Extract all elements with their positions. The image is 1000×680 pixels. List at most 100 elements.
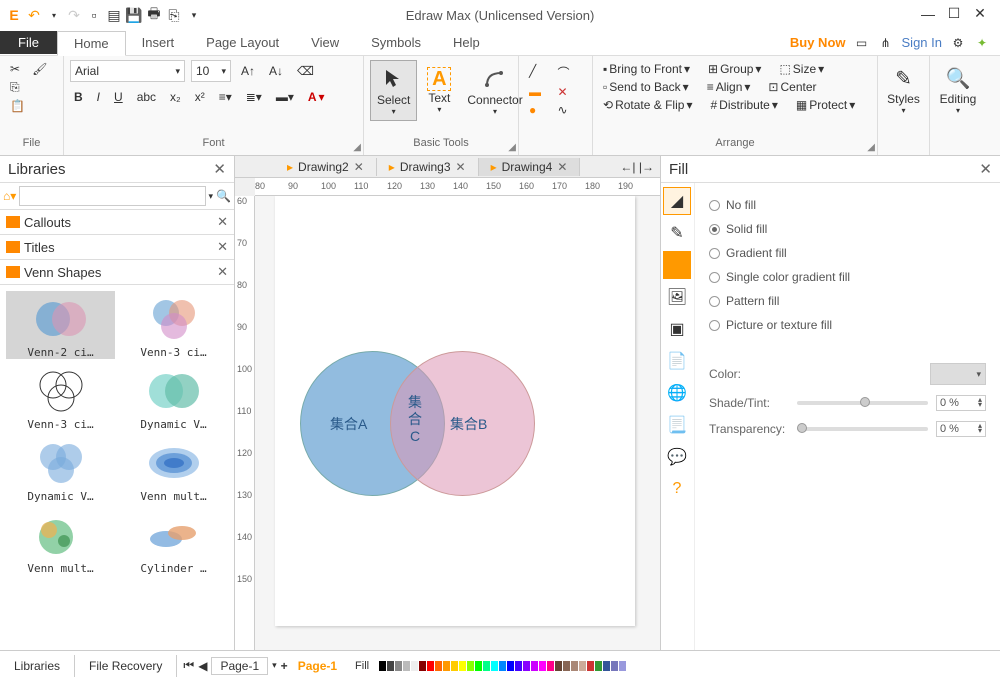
open-icon[interactable]: ▤ <box>105 6 123 24</box>
shape-venn-mult2[interactable]: Venn mult… <box>6 507 115 575</box>
shape-venn3-outline[interactable]: Venn-3 ci… <box>6 363 115 431</box>
tab-insert[interactable]: Insert <box>126 31 191 54</box>
close-icon[interactable]: ✕ <box>972 5 988 22</box>
libraries-close-icon[interactable]: ✕ <box>213 160 226 178</box>
shape-venn3-color[interactable]: Venn-3 ci… <box>119 291 228 359</box>
shape-dynamic-v1[interactable]: Dynamic V… <box>119 363 228 431</box>
copy-icon[interactable]: ⎘ <box>6 78 24 97</box>
solid-color-icon[interactable] <box>663 251 691 279</box>
fill-gradient[interactable]: Gradient fill <box>709 241 986 265</box>
paste-icon[interactable]: 📋 <box>6 97 29 115</box>
bold-button[interactable]: B <box>70 88 87 106</box>
venn-label-c[interactable]: 集 合 C <box>408 394 422 444</box>
page-props-icon[interactable]: 📃 <box>663 411 691 439</box>
venn-label-b[interactable]: 集合B <box>450 414 487 434</box>
bring-front-button[interactable]: ▪ Bring to Front ▾ <box>599 60 694 78</box>
undo-icon[interactable]: ↶ <box>25 6 43 24</box>
undo-dropdown-icon[interactable]: ▾ <box>45 6 63 24</box>
save-icon[interactable]: 💾 <box>125 6 143 24</box>
delete-tool[interactable]: ✕ <box>558 85 583 99</box>
increase-font-icon[interactable]: A↑ <box>237 62 259 80</box>
fill-close-icon[interactable]: ✕ <box>979 160 992 178</box>
fill-solid[interactable]: Solid fill <box>709 217 986 241</box>
shade-value[interactable]: 0 %▴▾ <box>936 395 986 411</box>
select-tool[interactable]: Select▾ <box>370 60 417 121</box>
protect-button[interactable]: ▦ Protect ▾ <box>792 96 859 114</box>
file-menu[interactable]: File <box>0 31 57 54</box>
rect-tool[interactable]: ▬ <box>529 85 554 99</box>
strike-button[interactable]: abc <box>133 88 160 106</box>
color-select[interactable]: ▾ <box>930 363 986 385</box>
gear-icon[interactable]: ⚙ <box>950 35 966 51</box>
fill-picture[interactable]: Picture or texture fill <box>709 313 986 337</box>
rotate-flip-button[interactable]: ⟲ Rotate & Flip ▾ <box>599 96 696 114</box>
doc-tab-3[interactable]: ▸Drawing4✕ <box>479 158 581 176</box>
doc-tab-1[interactable]: ▸Drawing2✕ <box>275 158 377 176</box>
shade-slider[interactable] <box>797 401 928 405</box>
color-palette[interactable] <box>379 659 626 673</box>
fill-bucket-icon[interactable]: ◢ <box>663 187 691 215</box>
text-tool[interactable]: A Text▾ <box>421 63 457 118</box>
arc-tool[interactable]: ⌒ <box>558 64 583 81</box>
fill-pattern[interactable]: Pattern fill <box>709 289 986 313</box>
size-button[interactable]: ⬚ Size ▾ <box>775 60 828 78</box>
tab-page-layout[interactable]: Page Layout <box>190 31 295 54</box>
editing-button[interactable]: 🔍 Editing▾ <box>936 60 980 119</box>
bottom-tab-libraries[interactable]: Libraries <box>0 655 75 677</box>
picture-icon[interactable]: 🖼 <box>663 283 691 311</box>
shape-venn-mult1[interactable]: Venn mult… <box>119 435 228 503</box>
font-color-button[interactable]: A▾ <box>304 88 329 106</box>
tools-dialog-launcher[interactable]: ◢ <box>508 142 516 153</box>
font-name-select[interactable]: Arial▾ <box>70 60 185 82</box>
fill-single-gradient[interactable]: Single color gradient fill <box>709 265 986 289</box>
distribute-button[interactable]: # Distribute ▾ <box>706 96 781 114</box>
send-back-button[interactable]: ▫ Send to Back ▾ <box>599 78 693 96</box>
doc-tab-2[interactable]: ▸Drawing3✕ <box>377 158 479 176</box>
center-button[interactable]: ⊡ Center <box>764 78 820 96</box>
shape-dynamic-v2[interactable]: Dynamic V… <box>6 435 115 503</box>
library-search-input[interactable] <box>19 186 205 206</box>
home-icon[interactable]: ⌂▾ <box>3 189 16 203</box>
new-icon[interactable]: ▫ <box>85 6 103 24</box>
numbering-button[interactable]: ≣▾ <box>242 88 266 106</box>
bullets-button[interactable]: ≡▾ <box>215 88 236 106</box>
superscript-button[interactable]: x² <box>191 88 209 106</box>
globe-icon[interactable]: 🌐 <box>663 379 691 407</box>
tab-view[interactable]: View <box>295 31 355 54</box>
tab-home[interactable]: Home <box>57 31 126 56</box>
tab-help[interactable]: Help <box>437 31 496 54</box>
sign-in-link[interactable]: Sign In <box>902 35 942 50</box>
highlight-button[interactable]: ▬▾ <box>272 88 298 106</box>
arrange-dialog-launcher[interactable]: ◢ <box>867 142 875 153</box>
fill-none[interactable]: No fill <box>709 193 986 217</box>
section-callouts[interactable]: Callouts✕ <box>0 210 234 235</box>
shape-venn2[interactable]: Venn-2 ci… <box>6 291 115 359</box>
print-icon[interactable]: 🖶 <box>145 6 163 24</box>
format-painter-icon[interactable]: 🖌 <box>28 60 51 78</box>
canvas[interactable]: 集合A 集合B 集 合 C <box>255 196 660 650</box>
add-page-icon[interactable]: + <box>281 659 288 673</box>
section-venn[interactable]: Venn Shapes✕ <box>0 260 234 285</box>
card-icon[interactable]: ▭ <box>854 35 870 51</box>
subscript-button[interactable]: x₂ <box>166 88 185 106</box>
minimize-icon[interactable]: — <box>920 6 936 22</box>
bottom-tab-recovery[interactable]: File Recovery <box>75 655 177 677</box>
shape-cylinder[interactable]: Cylinder … <box>119 507 228 575</box>
share-icon[interactable]: ⋔ <box>878 35 894 51</box>
maximize-icon[interactable]: ☐ <box>946 5 962 22</box>
transparency-slider[interactable] <box>797 427 928 431</box>
clear-format-icon[interactable]: ⌫ <box>293 62 318 80</box>
page-label[interactable]: Page-1 <box>211 657 268 675</box>
qat-dropdown-icon[interactable]: ▾ <box>185 6 203 24</box>
underline-button[interactable]: U <box>110 88 127 106</box>
text-props-icon[interactable]: 📄 <box>663 347 691 375</box>
ellipse-tool[interactable]: ● <box>529 103 554 117</box>
layer-icon[interactable]: ▣ <box>663 315 691 343</box>
section-titles[interactable]: Titles✕ <box>0 235 234 260</box>
tab-symbols[interactable]: Symbols <box>355 31 437 54</box>
align-button[interactable]: ≡ Align ▾ <box>703 78 755 96</box>
curve-tool[interactable]: ∿ <box>558 103 583 117</box>
font-dialog-launcher[interactable]: ◢ <box>353 142 361 153</box>
help-icon[interactable]: ? <box>663 475 691 503</box>
cut-icon[interactable]: ✂ <box>6 60 24 78</box>
